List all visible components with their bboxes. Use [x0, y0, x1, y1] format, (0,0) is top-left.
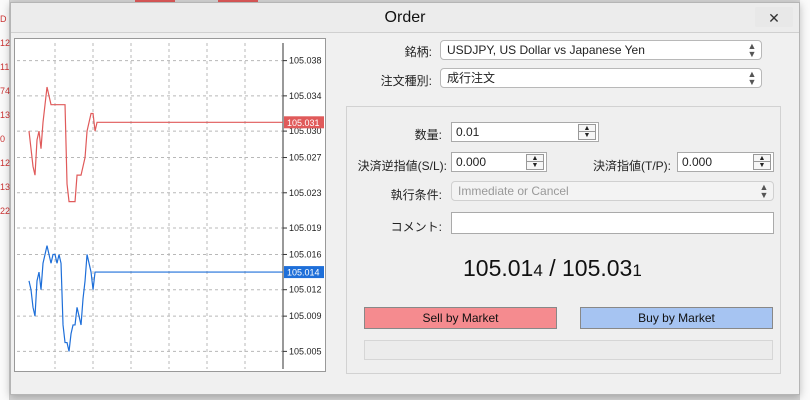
fill-policy-select[interactable]: Immediate or Cancel ▲ ▼ — [451, 181, 774, 201]
comment-input[interactable] — [451, 212, 774, 234]
stepper-up-icon[interactable]: ▲ — [579, 125, 595, 132]
stepper-down-icon[interactable]: ▼ — [579, 132, 595, 139]
fill-policy-label: 執行条件: — [390, 188, 442, 202]
background-mark: 0 — [0, 134, 6, 144]
stepper-down-icon[interactable]: ▼ — [754, 162, 770, 169]
y-tick-label: 105.023 — [289, 188, 322, 198]
volume-input[interactable]: 0.01 ▲ ▼ — [451, 122, 599, 142]
tick-chart-svg: 105.038105.034105.030105.027105.023105.0… — [17, 43, 324, 369]
background-mark: 11 — [0, 62, 10, 72]
symbol-select[interactable]: USDJPY, US Dollar vs Japanese Yen ▲ ▼ — [440, 40, 762, 60]
take-profit-input[interactable]: 0.000 ▲ ▼ — [677, 152, 774, 172]
y-tick-label: 105.005 — [289, 346, 322, 356]
ask-price-pip: 1 — [632, 261, 642, 280]
ask-price-main: 105.03 — [562, 255, 633, 281]
y-tick-label: 105.038 — [289, 56, 322, 66]
background-mark: 13 — [0, 182, 11, 192]
order-parameters-panel — [346, 106, 781, 374]
ask-price-tag-label: 105.031 — [287, 118, 320, 128]
title-bar[interactable]: Order ✕ — [11, 3, 799, 33]
y-tick-label: 105.012 — [289, 285, 322, 295]
background-app-left-edge: D 12 11 74 13 0 12 13 22 — [0, 0, 10, 400]
updown-chevron-icon: ▲ ▼ — [759, 182, 769, 200]
background-mark: 12 — [0, 158, 11, 168]
stop-loss-label: 決済逆指値(S/L): — [357, 159, 447, 173]
take-profit-stepper[interactable]: ▲ ▼ — [753, 154, 771, 170]
quote-separator: / — [542, 255, 562, 281]
volume-stepper[interactable]: ▲ ▼ — [578, 124, 596, 140]
quote-display: 105.014 / 105.031 — [463, 255, 683, 282]
bid-price-main: 105.01 — [463, 255, 534, 281]
volume-label: 数量: — [414, 128, 442, 142]
y-tick-label: 105.009 — [289, 311, 322, 321]
comment-label: コメント: — [390, 220, 442, 234]
close-button[interactable]: ✕ — [755, 7, 793, 27]
bid-price-pip: 4 — [533, 261, 543, 280]
stepper-down-icon[interactable]: ▼ — [527, 162, 543, 169]
bid-price-tag-label: 105.014 — [287, 268, 320, 278]
symbol-label: 銘柄: — [404, 45, 432, 59]
fill-policy-value: Immediate or Cancel — [458, 184, 569, 198]
y-tick-label: 105.034 — [289, 91, 322, 101]
stop-loss-value: 0.000 — [456, 155, 487, 169]
background-mark: 74 — [0, 86, 11, 96]
stepper-up-icon[interactable]: ▲ — [754, 155, 770, 162]
order-type-label: 注文種別: — [380, 74, 432, 88]
order-type-value: 成行注文 — [447, 71, 496, 85]
stop-loss-input[interactable]: 0.000 ▲ ▼ — [451, 152, 547, 172]
status-bar — [364, 340, 773, 360]
updown-chevron-icon: ▲ ▼ — [747, 69, 757, 87]
background-mark: 12 — [0, 38, 11, 48]
y-tick-label: 105.027 — [289, 153, 322, 163]
stop-loss-stepper[interactable]: ▲ ▼ — [526, 154, 544, 170]
updown-chevron-icon: ▲ ▼ — [747, 41, 757, 59]
symbol-value: USDJPY, US Dollar vs Japanese Yen — [447, 43, 645, 57]
tick-chart: 105.038 105.034 105.030 105.027 105.023 105.0… — [14, 38, 326, 372]
y-tick-label: 105.016 — [289, 249, 322, 259]
dialog-title: Order — [384, 9, 426, 26]
take-profit-value: 0.000 — [682, 155, 713, 169]
stepper-up-icon[interactable]: ▲ — [527, 155, 543, 162]
background-mark: 22 — [0, 206, 11, 216]
order-type-select[interactable]: 成行注文 ▲ ▼ — [440, 68, 762, 88]
y-tick-label: 105.019 — [289, 223, 322, 233]
close-icon: ✕ — [768, 10, 780, 26]
background-mark: D — [0, 14, 7, 24]
sell-by-market-button[interactable]: Sell by Market — [364, 307, 557, 329]
background-mark: 13 — [0, 110, 11, 120]
volume-value: 0.01 — [456, 125, 480, 139]
buy-by-market-button[interactable]: Buy by Market — [580, 307, 773, 329]
background-app-right-edge — [800, 0, 810, 400]
take-profit-label: 決済指値(T/P): — [593, 159, 671, 173]
